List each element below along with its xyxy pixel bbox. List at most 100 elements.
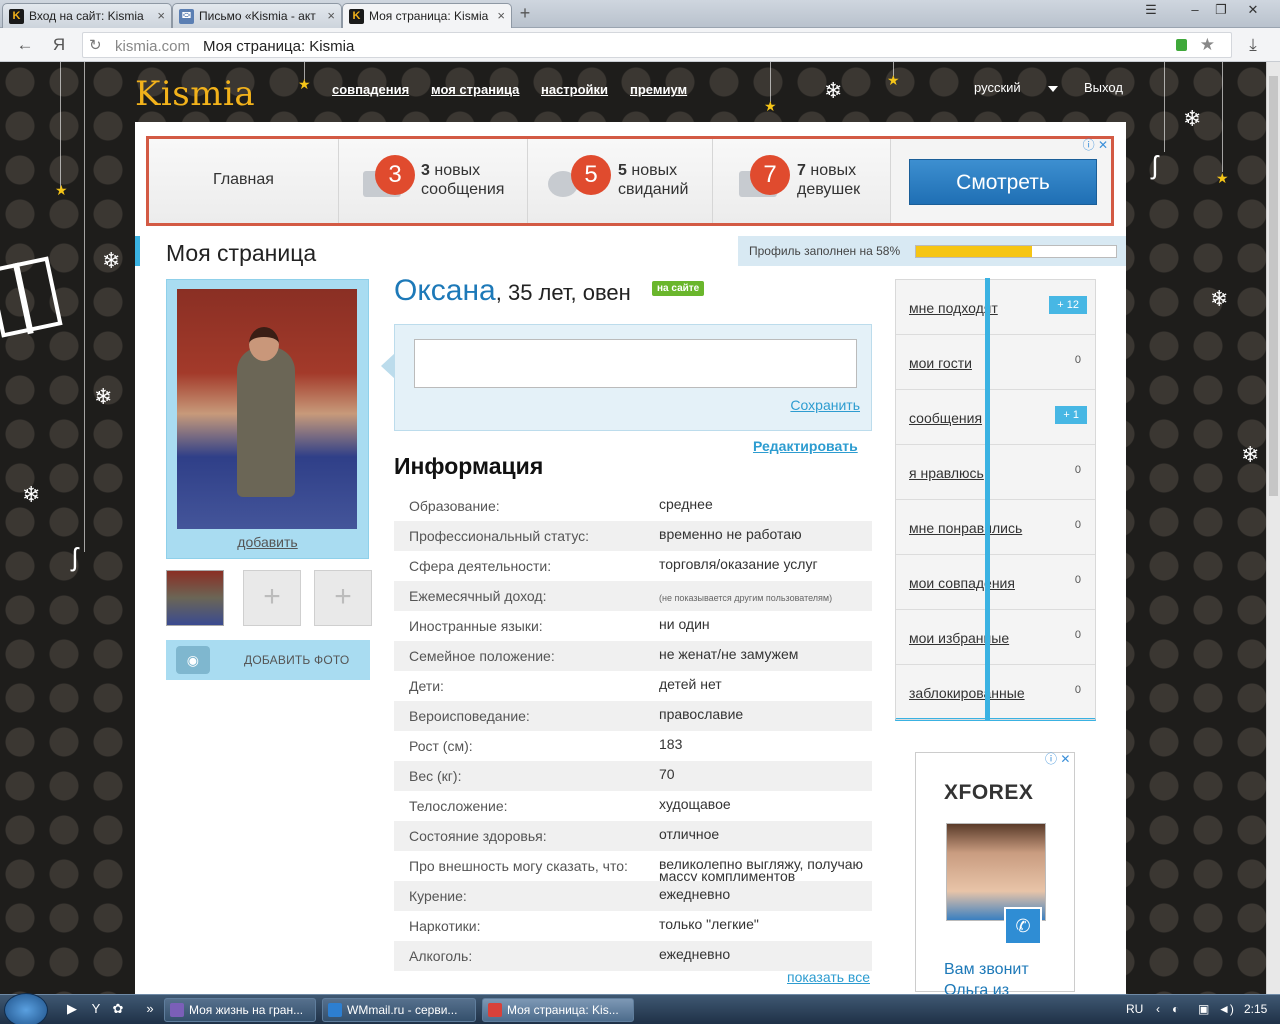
info-label: Телосложение: [409, 798, 508, 814]
scrollbar-thumb[interactable] [1269, 76, 1278, 496]
network-icon[interactable]: ▣ [1198, 1002, 1209, 1016]
info-row: Иностранные языки: ни один [394, 611, 872, 641]
sidebar-item[interactable]: мои совпадения 0 [896, 555, 1095, 610]
tab-mail[interactable]: ✉ Письмо «Kismia - акт × [172, 3, 342, 28]
adchoice-icon[interactable]: ⓘ ✕ [1045, 750, 1070, 767]
sidebar-count-badge: 0 [1074, 519, 1081, 531]
sidebar-item[interactable]: заблокированные 0 [896, 665, 1095, 720]
sidebar-item-label[interactable]: мои совпадения [909, 575, 1015, 591]
download-icon[interactable]: ⤓ [1242, 34, 1264, 56]
minimize-button[interactable]: – [1182, 2, 1208, 20]
bookmark-star-icon[interactable]: ★ [1200, 35, 1215, 55]
add-thumbnail-plus-icon[interactable]: + [243, 570, 301, 626]
sidebar-item-label[interactable]: мои гости [909, 355, 972, 371]
adchoice-icon[interactable]: ⓘ ✕ [1083, 136, 1108, 153]
ad-brand: XFOREX [944, 781, 1034, 804]
kismia-logo[interactable]: Kismia [135, 74, 255, 114]
profile-name-line: Оксана, 35 лет, овен [394, 274, 631, 308]
task-label: Моя жизнь на гран... [189, 1003, 304, 1017]
decoration-string [770, 62, 771, 102]
browser-toolbar: ← Я ↻ kismia.com Моя страница: Kismia ★ … [0, 28, 1280, 62]
language-select[interactable]: русский [974, 80, 1066, 95]
app-icon [170, 1003, 184, 1017]
add-photo-button[interactable]: ◉ ДОБАВИТЬ ФОТО [166, 640, 370, 680]
info-table: Образование: среднее Профессиональный стат… [394, 491, 872, 971]
sidebar-item-label[interactable]: сообщения [909, 410, 982, 426]
sidebar-item[interactable]: мои избранные 0 [896, 610, 1095, 665]
info-row: Про внешность могу сказать, что: великоле… [394, 851, 872, 883]
banner-messages[interactable]: 3 3 новых сообщения [339, 139, 528, 223]
sidebar-item[interactable]: сообщения + 1 [896, 390, 1095, 445]
info-label: Образование: [409, 498, 500, 514]
volume-icon[interactable]: ◄) [1218, 1002, 1234, 1016]
reload-icon[interactable]: ↻ [89, 36, 102, 54]
info-value: детей нет [659, 676, 722, 692]
tab-login[interactable]: K Вход на сайт: Kismia × [2, 3, 172, 28]
promo-banner[interactable]: Главная 3 3 новых сообщения 5 5 новых свид… [146, 136, 1114, 226]
close-icon[interactable]: × [327, 8, 335, 23]
show-all-link[interactable]: показать все [787, 969, 870, 985]
sidebar-item[interactable]: мне понравились 0 [896, 500, 1095, 555]
info-row: Образование: среднее [394, 491, 872, 521]
add-thumbnail-plus-icon[interactable]: + [314, 570, 372, 626]
media-player-icon[interactable]: ▶ [64, 1001, 80, 1017]
banner-girls[interactable]: 7 7 новых девушек [713, 139, 891, 223]
tray-app-icon[interactable]: ◐ [1172, 1002, 1179, 1016]
count-badge: 3 [375, 155, 415, 195]
tray-arrow-icon[interactable]: ‹ [1156, 1002, 1160, 1016]
camera-icon: ◉ [176, 646, 210, 674]
taskbar-task[interactable]: Моя жизнь на гран... [164, 998, 316, 1022]
logout-link[interactable]: Выход [1084, 80, 1123, 95]
info-label: Про внешность могу сказать, что: [409, 858, 628, 874]
start-button[interactable] [4, 993, 48, 1024]
close-icon[interactable]: × [157, 8, 165, 23]
photo-thumbnail[interactable] [166, 570, 224, 626]
edit-info-link[interactable]: Редактировать [753, 438, 858, 454]
snowflake-icon: ❄ [1210, 286, 1229, 311]
menu-icon[interactable]: ☰ [1138, 2, 1164, 20]
add-photo-link[interactable]: добавить [167, 534, 368, 550]
clock[interactable]: 2:15 [1244, 1002, 1267, 1016]
banner-home[interactable]: Главная [149, 139, 339, 223]
side-ad[interactable]: XFOREX ✆ Вам звонит Ольга из [915, 752, 1075, 994]
save-status-link[interactable]: Сохранить [790, 397, 860, 413]
info-row: Телосложение: худощавое [394, 791, 872, 821]
address-bar[interactable]: ↻ kismia.com Моя страница: Kismia ★ [82, 32, 1232, 58]
taskbar-task[interactable]: WMmail.ru - серви... [322, 998, 476, 1022]
sidebar-item[interactable]: мне подходят + 12 [896, 280, 1095, 335]
count-badge: 5 [571, 155, 611, 195]
star-decoration-icon: ★ [887, 72, 900, 88]
nav-settings[interactable]: настройки [541, 82, 608, 97]
banner-view-button[interactable]: Смотреть [909, 159, 1097, 205]
yandex-icon[interactable]: Я [48, 34, 70, 56]
close-window-button[interactable]: ✕ [1240, 2, 1266, 20]
nav-my-page[interactable]: моя страница [431, 82, 519, 97]
app-icon[interactable]: ✿ [110, 1001, 126, 1017]
new-tab-button[interactable]: + [514, 4, 536, 23]
info-heading: Информация [394, 453, 544, 479]
yandex-browser-icon[interactable]: Y [88, 1001, 104, 1017]
back-arrow-icon[interactable]: ← [14, 34, 36, 56]
sidebar-item-label[interactable]: мне понравились [909, 520, 1022, 536]
sidebar-item-label[interactable]: заблокированные [909, 685, 1025, 701]
tab-label: Письмо «Kismia - акт [199, 9, 316, 23]
close-icon[interactable]: × [497, 8, 505, 23]
sidebar-item-label[interactable]: мои избранные [909, 630, 1009, 646]
info-value: ни один [659, 616, 710, 632]
page-scrollbar[interactable] [1266, 62, 1280, 994]
tab-my-page[interactable]: K Моя страница: Kisмia × [342, 3, 512, 28]
language-indicator[interactable]: RU [1126, 1002, 1143, 1016]
info-label: Наркотики: [409, 918, 481, 934]
sidebar-item[interactable]: я нравлюсь 0 [896, 445, 1095, 500]
info-value: отличное [659, 826, 720, 842]
status-input[interactable] [414, 339, 857, 388]
profile-photo[interactable] [177, 289, 357, 529]
more-icon[interactable]: » [142, 1001, 158, 1017]
sidebar-item[interactable]: мои гости 0 [896, 335, 1095, 390]
taskbar-task[interactable]: Моя страница: Kis... [482, 998, 634, 1022]
nav-matches[interactable]: совпадения [332, 82, 409, 97]
nav-premium[interactable]: премиум [630, 82, 687, 97]
maximize-button[interactable]: ❐ [1208, 2, 1234, 20]
banner-dates[interactable]: 5 5 новых свиданий [528, 139, 713, 223]
sidebar-item-label[interactable]: я нравлюсь [909, 465, 984, 481]
